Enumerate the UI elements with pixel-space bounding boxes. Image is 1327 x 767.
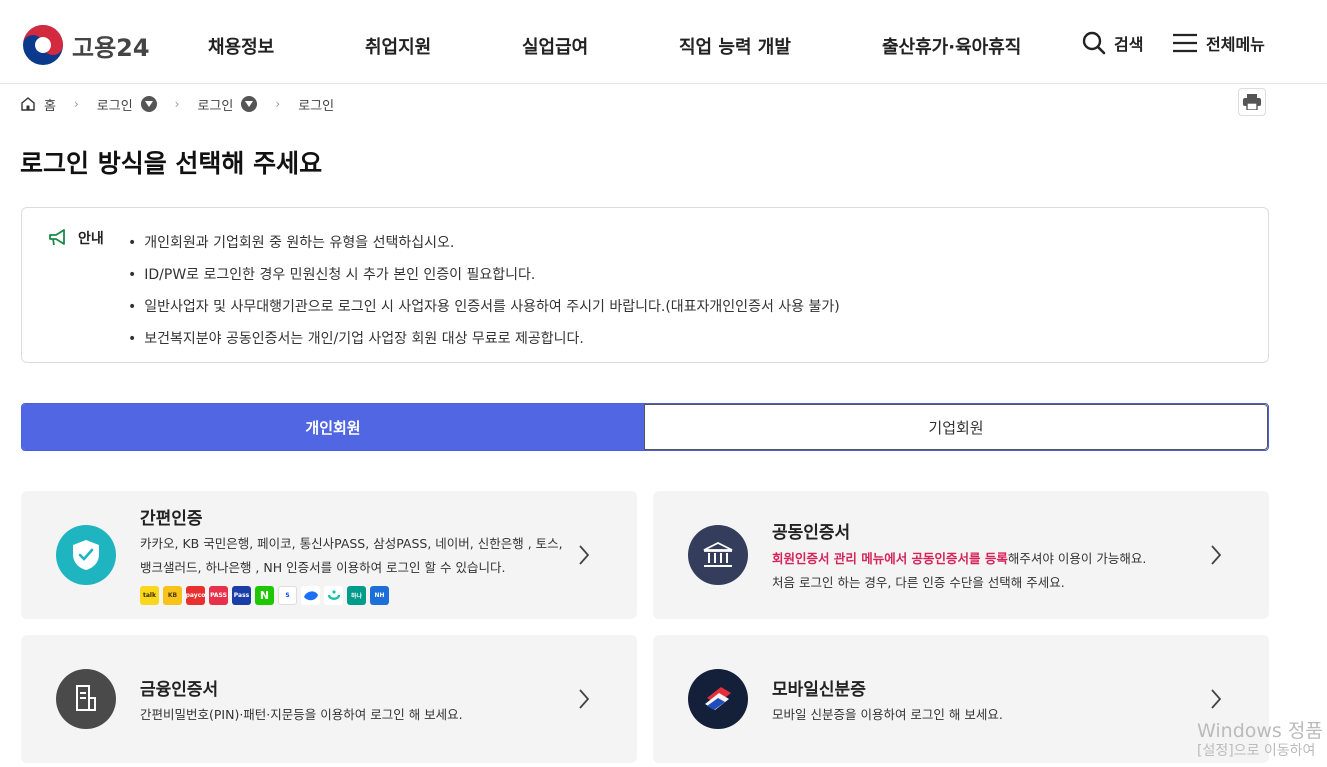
breadcrumb-home[interactable]: 홈: [20, 95, 56, 114]
breadcrumb-item[interactable]: 로그인: [197, 95, 258, 114]
notice-box: 안내 개인회원과 기업회원 중 원하는 유형을 선택하십시오. ID/PW로 로…: [21, 207, 1269, 363]
chevron-right-icon: [579, 689, 590, 709]
chevron-right-icon: [1211, 545, 1222, 565]
chevron-right-icon: ›: [275, 97, 281, 111]
all-menu-button[interactable]: 전체메뉴: [1172, 31, 1265, 55]
windows-activation-watermark: Windows 정품: [1197, 720, 1323, 742]
card-desc: 처음 로그인 하는 경우, 다른 인증 수단을 선택해 주세요.: [772, 575, 1065, 590]
card-desc: 모바일 신분증을 이용하여 로그인 해 보세요.: [772, 707, 1003, 722]
breadcrumb-item[interactable]: 로그인: [97, 95, 157, 114]
home-icon: [21, 97, 35, 111]
toss-icon: [301, 586, 320, 605]
all-menu-label: 전체메뉴: [1206, 35, 1265, 54]
card-desc: 뱅크샐러드, 하나은행 , NH 인증서를 이용하여 로그인 할 수 있습니다.: [140, 560, 506, 575]
kb-icon: KB: [163, 586, 182, 605]
naver-icon: N: [255, 586, 274, 605]
kakao-icon: talk: [140, 586, 159, 605]
search-button[interactable]: 검색: [1082, 31, 1143, 55]
site-logo[interactable]: 고용24: [22, 24, 150, 66]
card-title: 간편인증: [140, 509, 203, 529]
tab-personal[interactable]: 개인회원: [22, 404, 644, 450]
simple-auth-card[interactable]: 간편인증 카카오, KB 국민은행, 페이코, 통신사PASS, 삼성PASS,…: [21, 491, 637, 619]
member-type-tabs: 개인회원 기업회원: [21, 403, 1269, 451]
chevron-right-icon: ›: [174, 97, 180, 111]
nh-icon: NH: [370, 586, 389, 605]
notice-item: 개인회원과 기업회원 중 원하는 유형을 선택하십시오.: [128, 227, 840, 259]
nav-employment-support[interactable]: 취업지원: [365, 33, 431, 59]
site-header: 고용24 채용정보 취업지원 실업급여 직업 능력 개발 출산휴가·육아휴직 검…: [0, 0, 1327, 84]
breadcrumb-label: 로그인: [96, 98, 133, 114]
windows-activation-hint: [설정]으로 이동하여: [1197, 743, 1316, 759]
notice-item: 보건복지분야 공동인증서는 개인/기업 사업장 회원 대상 무료로 제공합니다.: [128, 323, 840, 355]
logo-text: 고용24: [72, 33, 150, 62]
nav-job-info[interactable]: 채용정보: [208, 33, 274, 59]
samsung-pass-icon: Pass: [232, 586, 251, 605]
document-icon: [56, 669, 116, 729]
nav-vocational-training[interactable]: 직업 능력 개발: [679, 33, 791, 59]
shinhan-icon: S: [278, 586, 297, 605]
search-label: 검색: [1114, 35, 1144, 54]
card-title: 공동인증서: [772, 523, 851, 543]
pass-icon: PASS: [209, 586, 228, 605]
mobile-id-icon: [688, 669, 748, 729]
financial-certificate-card[interactable]: 금융인증서 간편비밀번호(PIN)·패턴·지문등을 이용하여 로그인 해 보세요…: [21, 635, 637, 763]
shield-icon: [56, 525, 116, 585]
card-title: 금융인증서: [140, 680, 219, 700]
mobile-id-card[interactable]: 모바일신분증 모바일 신분증을 이용하여 로그인 해 보세요.: [653, 635, 1269, 763]
bank-building-icon: [688, 525, 748, 585]
print-button[interactable]: [1238, 88, 1266, 116]
nav-unemployment-benefit[interactable]: 실업급여: [522, 33, 588, 59]
page-title: 로그인 방식을 선택해 주세요: [20, 149, 323, 178]
tab-corporate[interactable]: 기업회원: [644, 404, 1268, 450]
breadcrumb-label: 로그인: [197, 98, 234, 114]
breadcrumb: 홈 › 로그인 › 로그인 › 로그인: [20, 94, 334, 114]
notice-label-text: 안내: [78, 231, 104, 247]
breadcrumb-label: 로그인: [298, 98, 335, 114]
notice-list: 개인회원과 기업회원 중 원하는 유형을 선택하십시오. ID/PW로 로그인한…: [128, 227, 840, 355]
notice-item: 일반사업자 및 사무대행기관으로 로그인 시 사업자용 인증서를 사용하여 주시…: [128, 291, 839, 323]
printer-icon: [1243, 94, 1261, 110]
banksalad-icon: [324, 586, 343, 605]
card-desc: 카카오, KB 국민은행, 페이코, 통신사PASS, 삼성PASS, 네이버,…: [140, 536, 563, 551]
joint-certificate-card[interactable]: 공동인증서 회원인증서 관리 메뉴에서 공동인증서를 등록해주셔야 이용이 가능…: [653, 491, 1269, 619]
card-desc: 간편비밀번호(PIN)·패턴·지문등을 이용하여 로그인 해 보세요.: [140, 707, 463, 722]
megaphone-icon: [49, 229, 65, 246]
hana-icon: 하나: [347, 586, 366, 605]
nav-parental-leave[interactable]: 출산휴가·육아휴직: [882, 33, 1021, 59]
card-desc: 회원인증서 관리 메뉴에서 공동인증서를 등록해주셔야 이용이 가능해요.: [772, 547, 1146, 571]
card-desc-highlight[interactable]: 회원인증서 관리 메뉴에서 공동인증서를 등록: [772, 551, 1008, 566]
provider-icons: talk KB payco PASS Pass N S 하나 NH: [140, 586, 393, 605]
chevron-right-icon: [1211, 689, 1222, 709]
card-desc-rest: 해주셔야 이용이 가능해요.: [1007, 551, 1147, 566]
breadcrumb-current: 로그인: [298, 95, 334, 114]
chevron-right-icon: ›: [73, 97, 79, 111]
chevron-right-icon: [579, 545, 590, 565]
card-title: 모바일신분증: [772, 680, 866, 700]
search-icon: [1082, 31, 1106, 55]
notice-label: 안내: [48, 228, 104, 248]
payco-icon: payco: [186, 586, 205, 605]
chevron-down-icon[interactable]: [241, 96, 258, 112]
notice-item: ID/PW로 로그인한 경우 민원신청 시 추가 본인 인증이 필요합니다.: [128, 259, 840, 291]
chevron-down-icon[interactable]: [140, 96, 157, 112]
breadcrumb-home-label: 홈: [44, 98, 56, 114]
hamburger-icon: [1173, 33, 1197, 53]
government-emblem-icon: [23, 25, 63, 65]
